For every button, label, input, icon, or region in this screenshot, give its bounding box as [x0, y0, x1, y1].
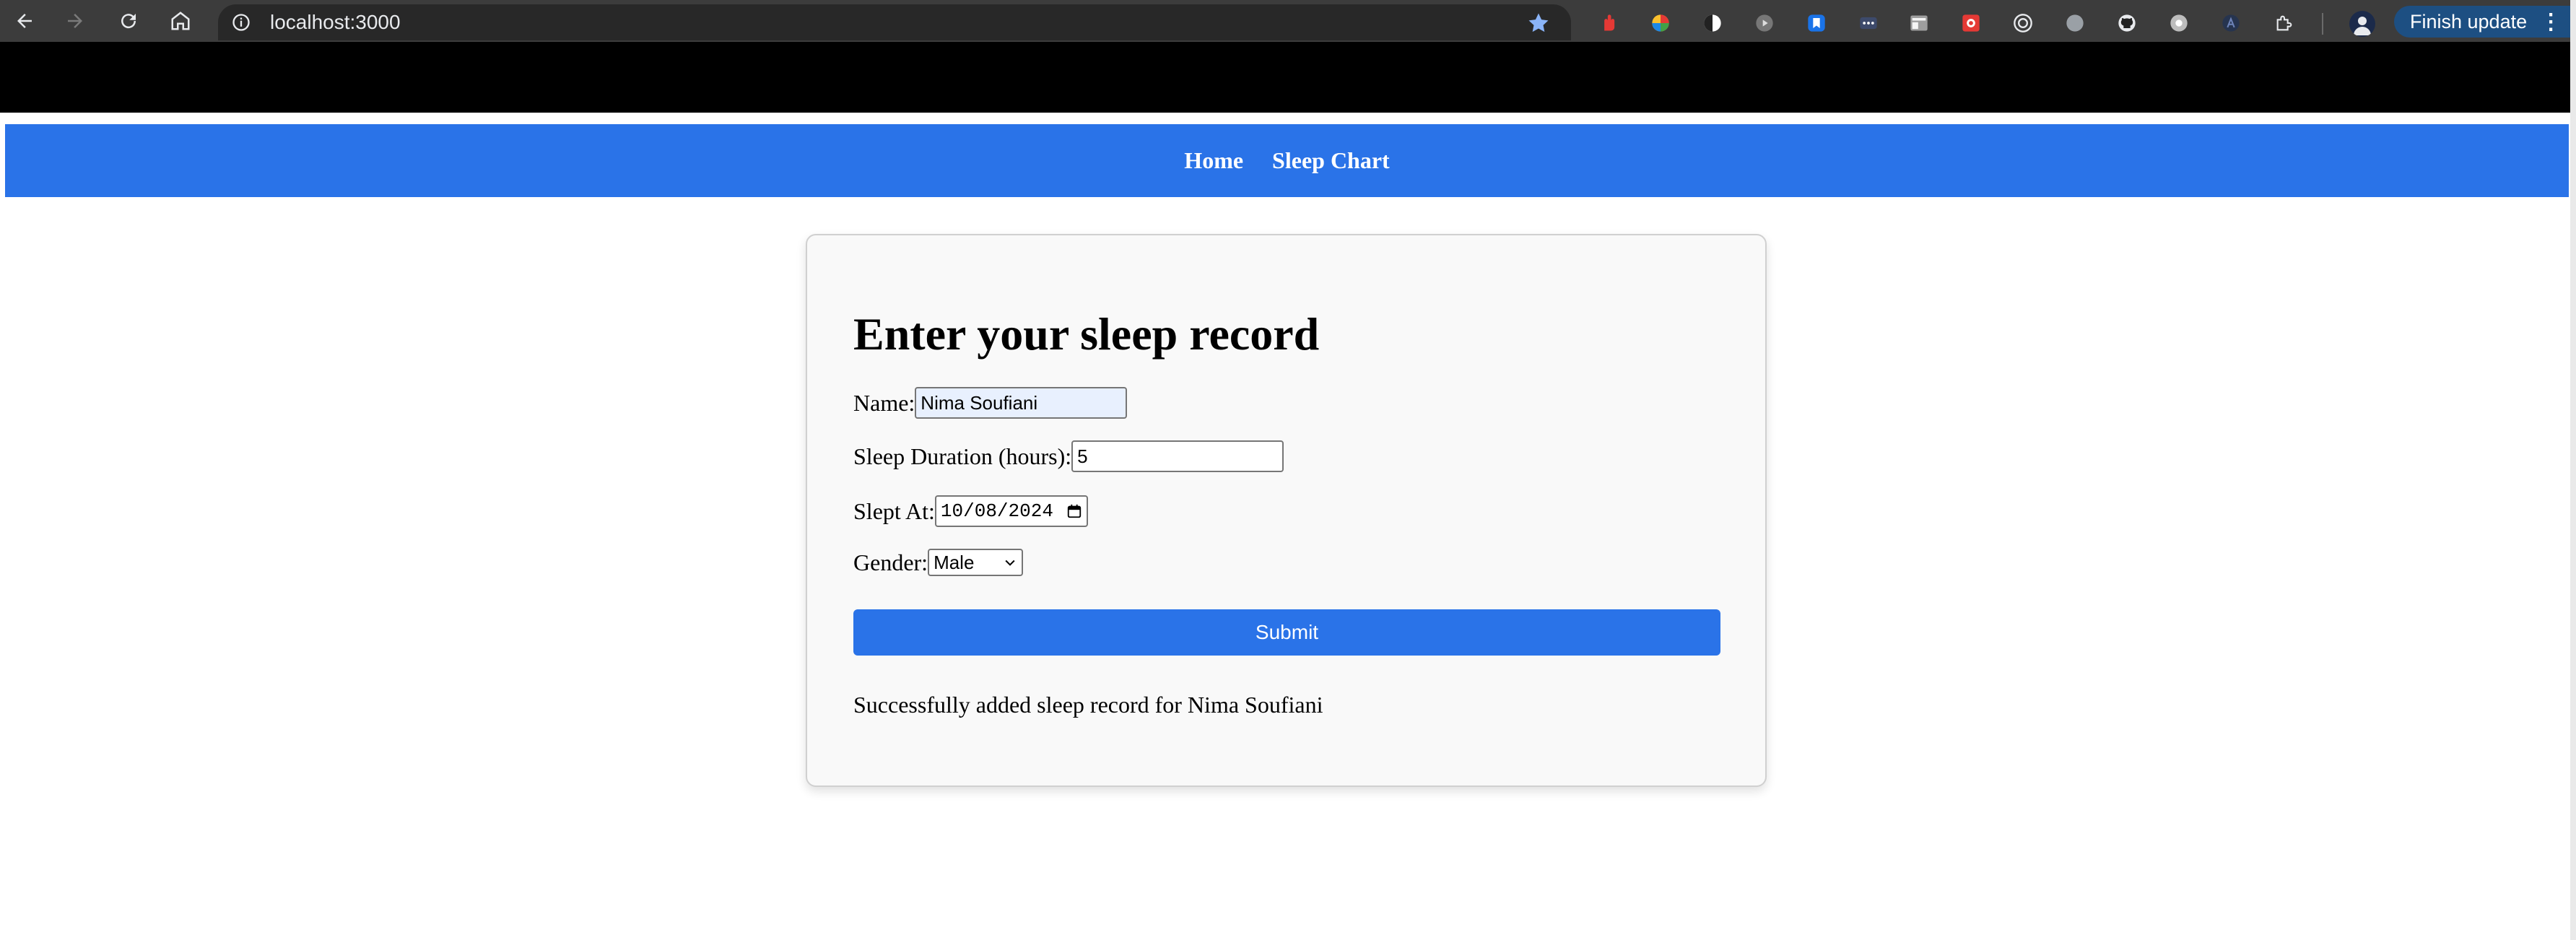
slept-at-value: 10/08/2024 [940, 500, 1053, 522]
sleep-record-card: Enter your sleep record Name: Sleep Dura… [806, 234, 1767, 787]
extension-a-icon[interactable] [2221, 13, 2241, 33]
extension-color-wheel-icon[interactable] [1650, 13, 1671, 33]
finish-update-button[interactable]: Finish update ⋮ [2394, 6, 2576, 38]
bookmark-star-icon[interactable] [1526, 11, 1551, 35]
extension-gray-circle-icon[interactable] [2065, 13, 2085, 33]
back-arrow-icon[interactable] [7, 8, 42, 34]
extension-github-icon[interactable] [2117, 13, 2137, 33]
slept-at-row: Slept At: 10/08/2024 [853, 495, 1088, 527]
extension-play-icon[interactable] [1754, 13, 1775, 33]
gender-select[interactable]: Male [928, 549, 1024, 576]
extension-red-hand-icon[interactable] [1598, 13, 1619, 33]
blank-header-area [0, 42, 2570, 113]
page-title: Enter your sleep record [853, 308, 1320, 360]
forward-arrow-icon[interactable] [58, 8, 92, 34]
nav-link-home[interactable]: Home [1184, 147, 1243, 174]
chevron-down-icon [1005, 560, 1015, 566]
slept-at-date-input[interactable]: 10/08/2024 [934, 495, 1088, 527]
nav-link-sleep-chart[interactable]: Sleep Chart [1272, 147, 1390, 174]
profile-avatar[interactable] [2349, 11, 2375, 37]
name-row: Name: [853, 387, 1128, 419]
duration-row: Sleep Duration (hours): [853, 440, 1284, 472]
extension-bookmark-icon[interactable] [1806, 13, 1827, 33]
extension-dots-icon[interactable] [1858, 13, 1879, 33]
site-info-icon[interactable] [231, 12, 251, 32]
gender-row: Gender: Male [853, 549, 1024, 576]
app-nav-bar: Home Sleep Chart [5, 124, 2569, 197]
url-text[interactable]: localhost:3000 [270, 10, 401, 35]
home-icon[interactable] [163, 8, 198, 34]
reload-icon[interactable] [111, 8, 146, 34]
gender-value: Male [934, 551, 975, 573]
browser-toolbar: localhost:3000 Finish update ⋮ [0, 0, 2576, 42]
finish-update-label: Finish update [2410, 10, 2528, 32]
window-edge [2570, 0, 2576, 940]
extension-layout-icon[interactable] [1909, 13, 1929, 33]
menu-kebab-icon[interactable]: ⋮ [2540, 9, 2562, 35]
extension-dark-mode-icon[interactable] [1702, 13, 1723, 33]
extension-target-icon[interactable] [2013, 13, 2033, 33]
submit-button[interactable]: Submit [853, 609, 1720, 656]
extension-red-grid-icon[interactable] [1961, 13, 1981, 33]
name-input[interactable] [915, 387, 1128, 419]
address-bar[interactable]: localhost:3000 [218, 4, 1571, 40]
duration-input[interactable] [1071, 440, 1284, 472]
extension-flower-icon[interactable] [2169, 13, 2189, 33]
calendar-icon[interactable] [1066, 503, 1082, 519]
extensions-puzzle-icon[interactable] [2274, 13, 2294, 33]
name-label: Name: [853, 389, 915, 416]
gender-label: Gender: [853, 549, 928, 575]
duration-label: Sleep Duration (hours): [853, 443, 1072, 469]
profile-avatar-icon [2354, 17, 2371, 35]
slept-at-label: Slept At: [853, 497, 935, 524]
success-message: Successfully added sleep record for Nima… [853, 692, 1323, 718]
toolbar-divider [2322, 13, 2323, 35]
